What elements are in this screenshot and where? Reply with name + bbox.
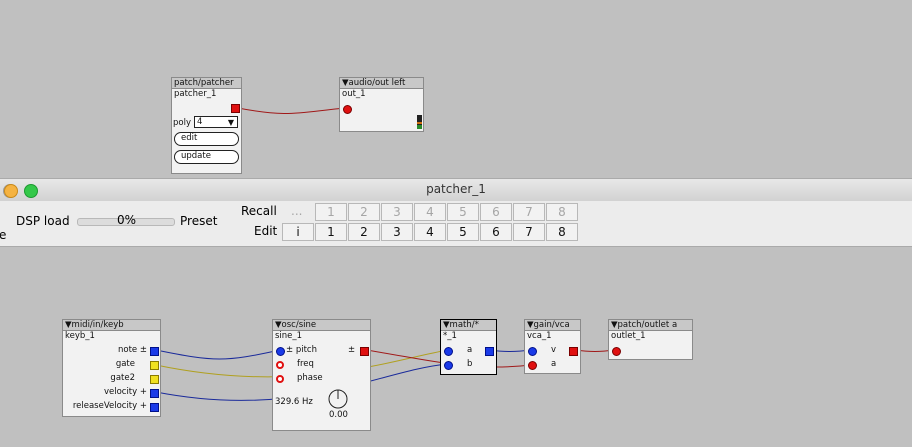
keyb-object[interactable]: ▼midi/in/keyb keyb_1 note ± gate gate2 v… bbox=[62, 319, 161, 417]
keyb-out-release-velocity-label: releaseVelocity + bbox=[72, 401, 147, 411]
osc-out-label: ± bbox=[348, 345, 356, 355]
vca-in-v-label: v bbox=[551, 345, 557, 355]
osc-freq-readout: 329.6 Hz bbox=[275, 397, 313, 407]
osc-out-port[interactable] bbox=[360, 347, 369, 356]
osc-instance-name: sine_1 bbox=[275, 331, 303, 341]
keyb-out-velocity-port[interactable] bbox=[150, 389, 159, 398]
osc-sine-object[interactable]: ▼osc/sine sine_1 ± pitch ± freq phase 32… bbox=[272, 319, 371, 431]
keyb-out-gate-port[interactable] bbox=[150, 361, 159, 370]
osc-in-pitch-label: ± pitch bbox=[286, 345, 317, 355]
osc-in-freq-label: freq bbox=[297, 359, 314, 369]
vca-in-a-label: a bbox=[551, 359, 557, 369]
osc-in-freq-port[interactable] bbox=[276, 361, 284, 369]
math-header[interactable]: ▼math/* bbox=[441, 320, 496, 331]
osc-pitch-knob[interactable] bbox=[327, 388, 349, 410]
keyb-out-gate-label: gate bbox=[115, 359, 135, 369]
vca-in-v-port[interactable] bbox=[528, 347, 537, 356]
math-out-port[interactable] bbox=[485, 347, 494, 356]
keyb-out-note-port[interactable] bbox=[150, 347, 159, 356]
outlet-header[interactable]: ▼patch/outlet a bbox=[609, 320, 692, 331]
keyb-out-release-velocity-port[interactable] bbox=[150, 403, 159, 412]
math-in-a-port[interactable] bbox=[444, 347, 453, 356]
keyb-out-velocity-label: velocity + bbox=[103, 387, 147, 397]
osc-in-phase-port[interactable] bbox=[276, 375, 284, 383]
vca-instance-name: vca_1 bbox=[527, 331, 552, 341]
keyb-out-gate2-label: gate2 bbox=[110, 373, 135, 383]
keyb-out-gate2-port[interactable] bbox=[150, 375, 159, 384]
keyb-header[interactable]: ▼midi/in/keyb bbox=[63, 320, 160, 331]
keyb-out-note-label: note ± bbox=[118, 345, 147, 355]
osc-in-pitch-port[interactable] bbox=[276, 347, 285, 356]
math-in-a-label: a bbox=[467, 345, 473, 355]
outlet-instance-name: outlet_1 bbox=[611, 331, 646, 341]
wire-note-to-pitch bbox=[155, 349, 281, 360]
keyb-instance-name: keyb_1 bbox=[65, 331, 95, 341]
math-in-b-label: b bbox=[467, 359, 473, 369]
outlet-in-port[interactable] bbox=[612, 347, 621, 356]
math-in-b-port[interactable] bbox=[444, 361, 453, 370]
osc-knob-value: 0.00 bbox=[329, 410, 348, 420]
vca-out-port[interactable] bbox=[569, 347, 578, 356]
osc-header[interactable]: ▼osc/sine bbox=[273, 320, 370, 331]
vca-in-a-port[interactable] bbox=[528, 361, 537, 370]
vca-header[interactable]: ▼gain/vca bbox=[525, 320, 580, 331]
vca-object[interactable]: ▼gain/vca vca_1 v a bbox=[524, 319, 581, 374]
math-instance-name: *_1 bbox=[443, 331, 457, 341]
osc-in-phase-label: phase bbox=[297, 373, 323, 383]
math-mult-object[interactable]: ▼math/* *_1 a b bbox=[440, 319, 497, 375]
outlet-object[interactable]: ▼patch/outlet a outlet_1 bbox=[608, 319, 693, 360]
